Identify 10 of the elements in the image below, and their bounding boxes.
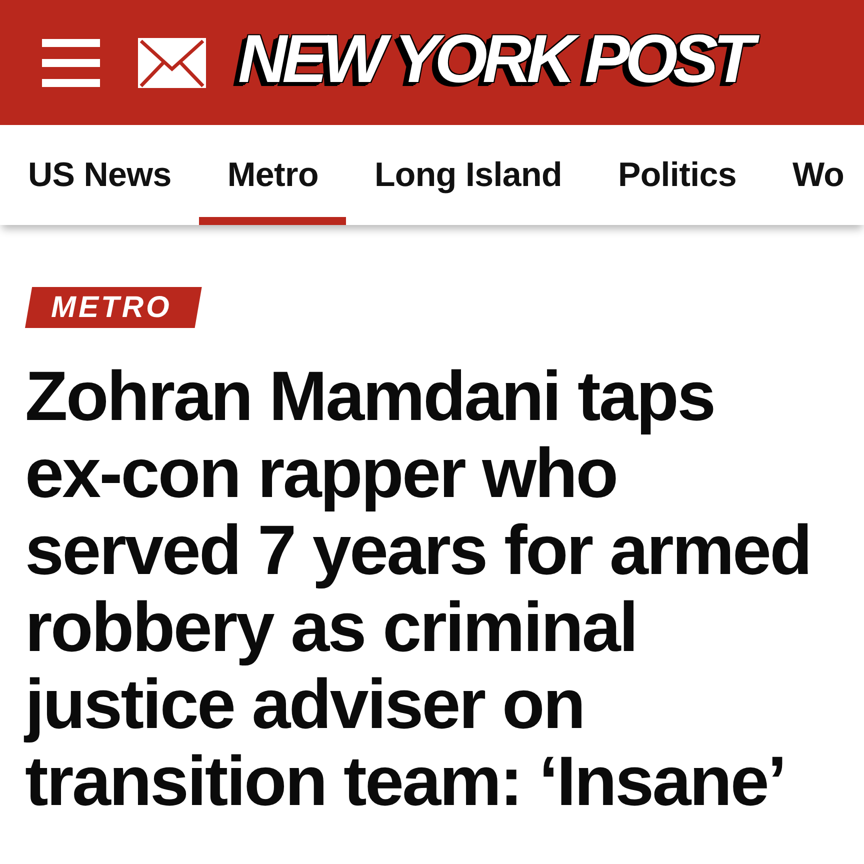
nav-tab[interactable]: Metro — [199, 125, 346, 225]
site-logo[interactable]: NEW YORK POST — [228, 20, 764, 105]
nav-tab[interactable]: Politics — [590, 125, 764, 225]
headline: Zohran Mamdani taps ex-con rapper who served 7 years for armed robbery as criminal justice adviser on transition team: ‘Insane’ — [25, 358, 812, 820]
nav-tab[interactable]: Wo — [764, 125, 864, 225]
menu-icon[interactable] — [42, 38, 100, 86]
section-tag[interactable]: METRO — [25, 287, 202, 328]
nav-tab[interactable]: US News — [0, 125, 200, 225]
nav-tab[interactable]: Long Island — [346, 125, 590, 225]
envelope-icon[interactable] — [138, 38, 206, 88]
